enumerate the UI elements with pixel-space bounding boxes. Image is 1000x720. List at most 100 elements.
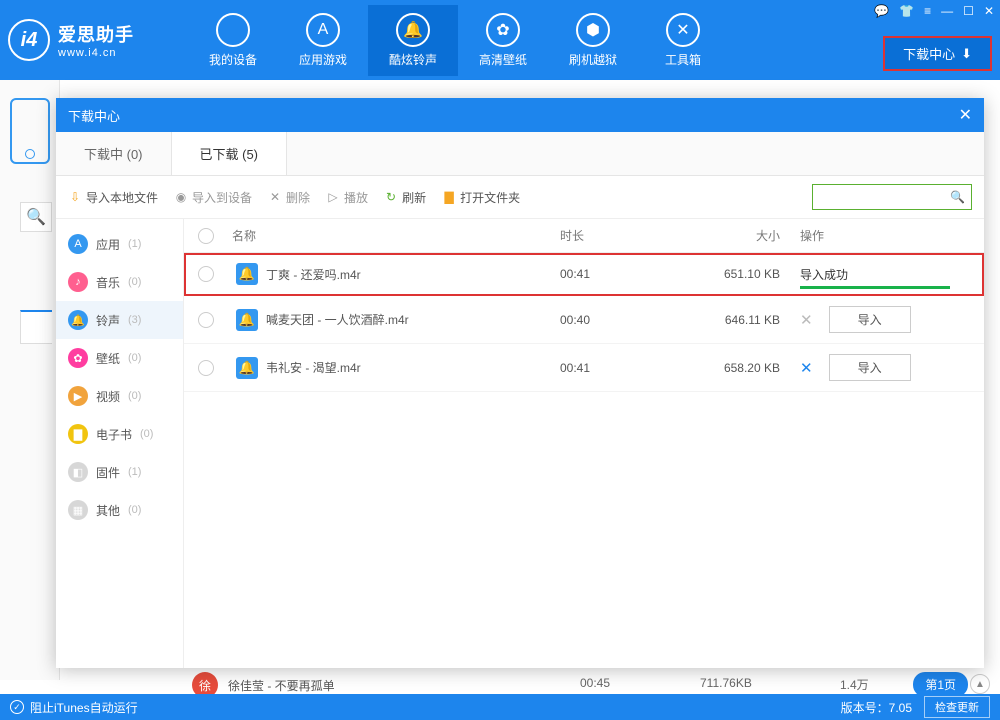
table-header: 名称 时长 大小 操作 <box>184 219 984 253</box>
music-icon: ♪ <box>68 272 88 292</box>
ringtone-icon: 🔔 <box>236 309 258 331</box>
app-subtitle: www.i4.cn <box>58 47 134 59</box>
file-name: 喊麦天团 - 一人饮酒醉.m4r <box>266 311 409 328</box>
check-icon: ✓ <box>10 700 24 714</box>
sidebar-item-ebooks[interactable]: ▇电子书(0) <box>56 415 183 453</box>
nav-toolbox[interactable]: ✕工具箱 <box>638 5 728 76</box>
flower-icon: ✿ <box>486 13 520 47</box>
ringtone-icon: 🔔 <box>236 357 258 379</box>
import-local-button[interactable]: ⇩导入本地文件 <box>68 189 158 206</box>
status-bar: ✓ 阻止iTunes自动运行 版本号：7.05 检查更新 <box>0 694 1000 720</box>
skin-icon[interactable]: 👕 <box>899 4 914 18</box>
sidebar-item-music[interactable]: ♪音乐(0) <box>56 263 183 301</box>
sidebar-item-ringtones[interactable]: 🔔铃声(3) <box>56 301 183 339</box>
modal-header: 下载中心 ✕ <box>56 98 984 132</box>
itunes-block-toggle[interactable]: 阻止iTunes自动运行 <box>30 699 138 716</box>
file-name: 韦礼安 - 渴望.m4r <box>266 359 361 376</box>
app-header: i4 爱思助手 www.i4.cn 我的设备 A应用游戏 🔔酷炫铃声 ✿高清壁纸… <box>0 0 1000 80</box>
check-update-button[interactable]: 检查更新 <box>924 696 990 718</box>
maximize-icon[interactable]: ☐ <box>963 4 974 18</box>
version-label: 版本号：7.05 <box>841 699 912 716</box>
row-checkbox[interactable] <box>198 266 214 282</box>
bg-tab[interactable] <box>20 310 52 344</box>
modal-title: 下载中心 <box>68 106 120 125</box>
sidebar-item-other[interactable]: ▦其他(0) <box>56 491 183 529</box>
minimize-icon[interactable]: — <box>941 4 953 18</box>
sidebar-item-apps[interactable]: A应用(1) <box>56 225 183 263</box>
download-center-modal: 下载中心 ✕ 下载中 (0) 已下载 (5) ⇩导入本地文件 ◉导入到设备 ✕删… <box>56 98 984 668</box>
scroll-top-button[interactable]: ▲ <box>970 674 990 694</box>
track-duration: 00:45 <box>580 676 610 690</box>
file-size: 646.11 KB <box>680 313 800 327</box>
table-row[interactable]: 🔔丁爽 - 还爱吗.m4r 00:41 651.10 KB 导入成功 <box>184 253 984 296</box>
import-button[interactable]: 导入 <box>829 354 911 381</box>
download-icon: ⬇ <box>961 46 972 62</box>
logo-icon: i4 <box>8 19 50 61</box>
file-duration: 00:41 <box>560 267 680 281</box>
remove-button[interactable]: ✕ <box>800 359 813 377</box>
import-icon: ⇩ <box>68 190 82 204</box>
menu-icon[interactable]: ≡ <box>924 4 931 18</box>
nav-jailbreak[interactable]: ⬢刷机越狱 <box>548 5 638 76</box>
apple-icon <box>216 13 250 47</box>
col-action: 操作 <box>800 227 970 244</box>
window-controls: 💬 👕 ≡ — ☐ ✕ <box>874 4 994 18</box>
play-button[interactable]: ▷播放 <box>326 189 368 206</box>
file-name: 丁爽 - 还爱吗.m4r <box>266 266 361 283</box>
modal-close-button[interactable]: ✕ <box>959 105 972 125</box>
nav-ringtones[interactable]: 🔔酷炫铃声 <box>368 5 458 76</box>
nav-apps[interactable]: A应用游戏 <box>278 5 368 76</box>
file-list: 名称 时长 大小 操作 🔔丁爽 - 还爱吗.m4r 00:41 651.10 K… <box>184 219 984 668</box>
wrench-icon: ✕ <box>666 13 700 47</box>
video-icon: ▶ <box>68 386 88 406</box>
sidebar-item-wallpapers[interactable]: ✿壁纸(0) <box>56 339 183 377</box>
refresh-icon: ↻ <box>384 190 398 204</box>
category-sidebar: A应用(1) ♪音乐(0) 🔔铃声(3) ✿壁纸(0) ▶视频(0) ▇电子书(… <box>56 219 184 668</box>
col-name: 名称 <box>232 227 560 244</box>
play-icon: ▷ <box>326 190 340 204</box>
other-icon: ▦ <box>68 500 88 520</box>
import-button[interactable]: 导入 <box>829 306 911 333</box>
file-duration: 00:40 <box>560 313 680 327</box>
col-duration: 时长 <box>560 227 680 244</box>
table-row[interactable]: 🔔 喊麦天团 - 一人饮酒醉.m4r 00:40 646.11 KB ✕ 导入 <box>184 296 984 344</box>
table-row[interactable]: 🔔韦礼安 - 渴望.m4r 00:41 658.20 KB ✕导入 <box>184 344 984 392</box>
close-icon[interactable]: ✕ <box>984 4 994 18</box>
track-name: 徐佳莹 - 不要再孤单 <box>228 677 335 694</box>
row-checkbox[interactable] <box>198 360 214 376</box>
bell-icon: 🔔 <box>396 13 430 47</box>
delete-button[interactable]: ✕删除 <box>268 189 310 206</box>
main-nav: 我的设备 A应用游戏 🔔酷炫铃声 ✿高清壁纸 ⬢刷机越狱 ✕工具箱 <box>188 5 728 76</box>
row-checkbox[interactable] <box>198 312 214 328</box>
sidebar-item-videos[interactable]: ▶视频(0) <box>56 377 183 415</box>
app-icon: A <box>68 234 88 254</box>
open-folder-button[interactable]: ▇打开文件夹 <box>442 189 520 206</box>
phone-icon[interactable] <box>10 98 50 164</box>
search-input[interactable]: 🔍 <box>812 184 972 210</box>
select-all-checkbox[interactable] <box>198 228 214 244</box>
nav-wallpapers[interactable]: ✿高清壁纸 <box>458 5 548 76</box>
search-icon: 🔍 <box>950 190 965 204</box>
appstore-icon: A <box>306 13 340 47</box>
status-badge: 导入成功 <box>800 266 950 283</box>
firmware-icon: ◧ <box>68 462 88 482</box>
tab-downloaded[interactable]: 已下载 (5) <box>172 132 288 175</box>
track-size: 711.76KB <box>700 676 752 690</box>
remove-button[interactable]: ✕ <box>800 311 813 329</box>
bg-search-icon[interactable]: 🔍 <box>20 202 52 232</box>
nav-my-device[interactable]: 我的设备 <box>188 5 278 76</box>
download-center-button[interactable]: 下载中心 ⬇ <box>883 36 992 71</box>
modal-tabs: 下载中 (0) 已下载 (5) <box>56 132 984 176</box>
refresh-button[interactable]: ↻刷新 <box>384 189 426 206</box>
logo: i4 爱思助手 www.i4.cn <box>8 19 188 61</box>
file-size: 651.10 KB <box>680 267 800 281</box>
track-plays: 1.4万 <box>840 676 869 693</box>
sidebar-item-firmware[interactable]: ◧固件(1) <box>56 453 183 491</box>
bell-icon: 🔔 <box>68 310 88 330</box>
feedback-icon[interactable]: 💬 <box>874 4 889 18</box>
app-title: 爱思助手 <box>58 21 134 47</box>
tab-downloading[interactable]: 下载中 (0) <box>56 132 172 175</box>
wallpaper-icon: ✿ <box>68 348 88 368</box>
folder-icon: ▇ <box>442 190 456 204</box>
import-device-button[interactable]: ◉导入到设备 <box>174 189 252 206</box>
